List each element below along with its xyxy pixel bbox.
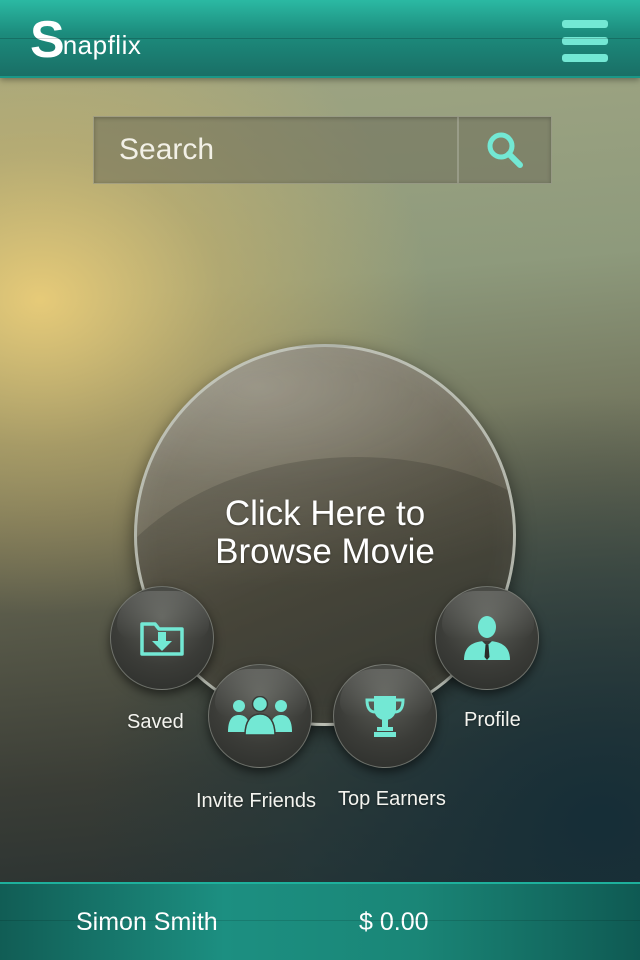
search-button[interactable]	[459, 117, 551, 183]
group-icon	[228, 696, 292, 736]
hamburger-menu-icon[interactable]	[562, 20, 608, 62]
account-footer: Simon Smith $ 0.00	[0, 882, 640, 960]
menu-bar	[562, 20, 608, 28]
saved-button[interactable]	[110, 586, 214, 690]
download-folder-icon	[140, 622, 184, 656]
browse-label: Click Here to Browse Movie	[137, 495, 513, 571]
browse-label-line2: Browse Movie	[215, 532, 435, 571]
profile-label: Profile	[464, 709, 521, 731]
user-icon	[464, 616, 510, 660]
browse-label-line1: Click Here to	[224, 494, 426, 533]
menu-bar	[562, 37, 608, 45]
app-logo: S napflix	[30, 11, 142, 69]
trophy-icon	[365, 696, 405, 737]
search-icon	[487, 132, 523, 168]
profile-button[interactable]	[435, 586, 539, 690]
top-earners-label: Top Earners	[338, 788, 446, 810]
search-input[interactable]	[94, 117, 457, 183]
top-earners-button[interactable]	[333, 664, 437, 768]
invite-friends-label: Invite Friends	[196, 790, 317, 812]
saved-label: Saved	[127, 711, 184, 733]
logo-text: napflix	[62, 30, 142, 60]
invite-friends-button[interactable]	[208, 664, 312, 768]
balance-amount: $ 0.00	[359, 908, 429, 936]
menu-bar	[562, 54, 608, 62]
logo-initial: S	[30, 11, 65, 69]
app-header: S napflix	[0, 0, 640, 78]
user-name: Simon Smith	[76, 908, 218, 936]
search-bar	[93, 116, 552, 184]
